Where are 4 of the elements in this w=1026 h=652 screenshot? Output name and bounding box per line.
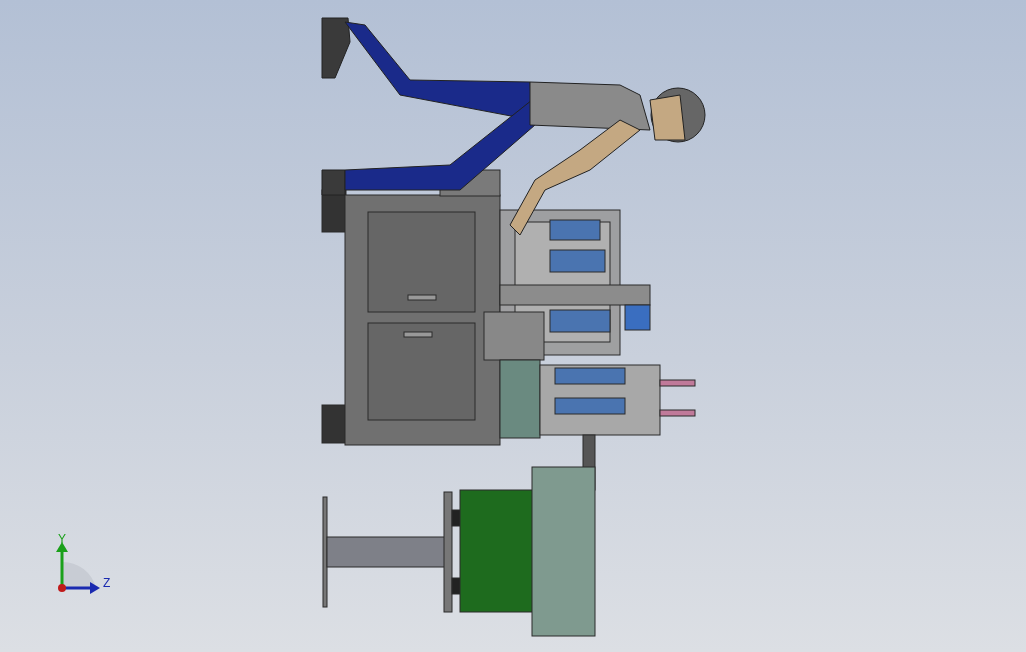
y-axis-label: Y [58,532,66,546]
z-axis-label: Z [103,576,111,590]
axis-triad-icon [56,542,100,594]
cad-viewport[interactable]: Y Z [0,0,1026,652]
